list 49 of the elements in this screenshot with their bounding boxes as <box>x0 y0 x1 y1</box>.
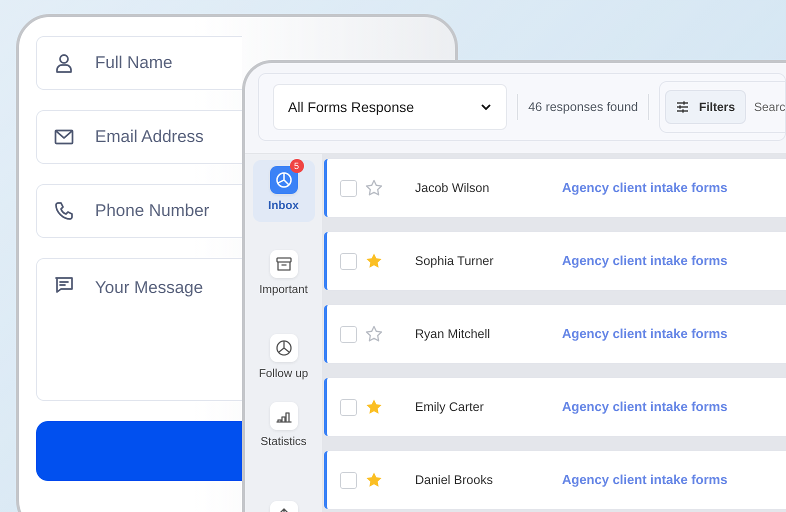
mail-icon <box>54 127 74 147</box>
filters-button[interactable]: Filters <box>664 90 746 124</box>
star-icon[interactable] <box>365 471 383 489</box>
response-row[interactable]: Sophia Turner Agency client intake forms <box>324 232 786 290</box>
input-field[interactable]: Phone Number <box>36 184 242 238</box>
checkbox[interactable] <box>340 252 357 270</box>
archive-box-icon <box>274 255 292 274</box>
chevron-down-icon <box>480 103 492 111</box>
form-select[interactable]: All Forms Response <box>273 84 508 130</box>
phone-icon <box>54 201 74 221</box>
sliders-icon <box>676 101 689 113</box>
response-row[interactable]: Daniel Brooks Agency client intake forms <box>324 451 786 509</box>
form-name: Agency client intake forms <box>562 398 728 416</box>
star-icon[interactable] <box>365 252 383 270</box>
message-icon <box>54 275 74 295</box>
pie-chart-icon <box>274 339 292 358</box>
respondent-name: Sophia Turner <box>415 252 495 270</box>
form-name: Agency client intake forms <box>562 252 728 270</box>
checkbox[interactable] <box>340 326 357 342</box>
person-icon <box>54 53 74 73</box>
form-name: Agency client intake forms <box>562 179 728 198</box>
response-row[interactable]: Jacob Wilson Agency client intake forms <box>324 159 786 217</box>
sidebar-item[interactable]: Follow up <box>252 328 314 390</box>
star-icon[interactable] <box>365 325 383 343</box>
sidebar-item[interactable]: Inbox 5 <box>252 160 314 222</box>
sidebar-item[interactable]: Statistics <box>252 396 314 458</box>
input-field[interactable]: Full Name <box>36 36 242 90</box>
submit-button[interactable] <box>36 421 242 481</box>
checkbox[interactable] <box>340 398 357 416</box>
form-name: Agency client intake forms <box>562 471 728 490</box>
checkbox[interactable] <box>340 472 357 488</box>
response-count: 46 responses found <box>528 98 638 116</box>
message-field[interactable]: Your Message <box>36 258 242 401</box>
form-select-text: All Forms Response <box>288 98 414 117</box>
star-icon[interactable] <box>365 179 383 197</box>
respondent-name: Emily Carter <box>415 398 485 416</box>
star-icon[interactable] <box>365 398 383 416</box>
checkbox[interactable] <box>340 180 357 196</box>
pie-chart-icon <box>274 171 292 190</box>
form-name: Agency client intake forms <box>562 325 728 344</box>
response-row[interactable]: Ryan Mitchell Agency client intake forms <box>324 305 786 363</box>
input-field[interactable]: Email Address <box>36 110 242 164</box>
respondent-name: Daniel Brooks <box>415 472 494 489</box>
response-row[interactable]: Emily Carter Agency client intake forms <box>324 378 786 436</box>
count-badge: 5 <box>290 159 304 173</box>
search-field[interactable]: Searc <box>754 98 785 116</box>
sidebar-item[interactable]: Important <box>252 244 314 306</box>
respondent-name: Ryan Mitchell <box>415 326 492 343</box>
respondent-name: Jacob Wilson <box>415 180 490 197</box>
